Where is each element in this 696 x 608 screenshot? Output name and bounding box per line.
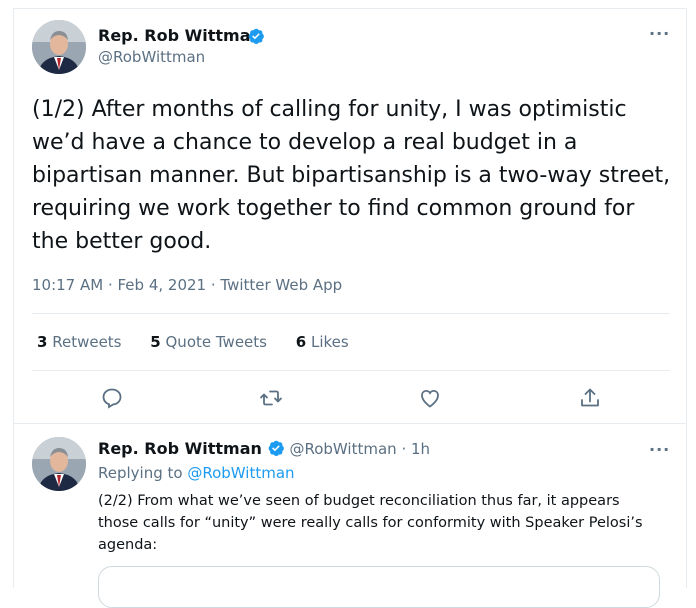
likes-stat[interactable]: 6 Likes — [296, 333, 349, 351]
reply-timestamp[interactable]: 1h — [411, 440, 430, 458]
reply-button[interactable] — [100, 386, 124, 410]
reply-icon — [102, 388, 122, 409]
share-icon — [581, 388, 599, 407]
tweet-text: (1/2) After months of calling for unity,… — [32, 97, 671, 254]
divider — [13, 423, 687, 424]
like-button[interactable] — [418, 386, 442, 410]
retweet-button[interactable] — [259, 386, 283, 410]
verified-badge-icon — [248, 28, 264, 44]
reply-header: Rep. Rob Wittman @RobWittman · 1h — [98, 439, 430, 458]
replying-to-link[interactable]: @RobWittman — [187, 464, 294, 482]
like-icon — [421, 389, 439, 408]
link-card[interactable] — [98, 566, 660, 608]
verified-badge-icon — [268, 440, 284, 456]
more-icon[interactable]: ··· — [649, 24, 670, 43]
engagement-stats: 3 Retweets 5 Quote Tweets 6 Likes — [37, 333, 373, 351]
retweets-stat[interactable]: 3 Retweets — [37, 333, 122, 351]
tweet-meta: 10:17 AM · Feb 4, 2021 · Twitter Web App — [32, 276, 343, 294]
author-avatar[interactable] — [32, 20, 86, 74]
more-icon[interactable]: ··· — [649, 440, 670, 459]
divider — [32, 313, 670, 314]
reply-author-name[interactable]: Rep. Rob Wittman — [98, 439, 262, 458]
reply-text: (2/2) From what we’ve seen of budget rec… — [98, 493, 643, 553]
share-button[interactable] — [578, 386, 602, 410]
reply-author-avatar[interactable] — [32, 437, 86, 491]
retweet-icon — [260, 390, 282, 406]
divider — [32, 370, 670, 371]
author-handle[interactable]: @RobWittman — [98, 48, 205, 66]
quote-tweets-stat[interactable]: 5 Quote Tweets — [150, 333, 267, 351]
separator: · — [401, 440, 407, 458]
replying-to: Replying to @RobWittman — [98, 464, 295, 482]
author-name[interactable]: Rep. Rob Wittman — [98, 26, 262, 45]
reply-author-handle[interactable]: @RobWittman — [289, 440, 396, 458]
